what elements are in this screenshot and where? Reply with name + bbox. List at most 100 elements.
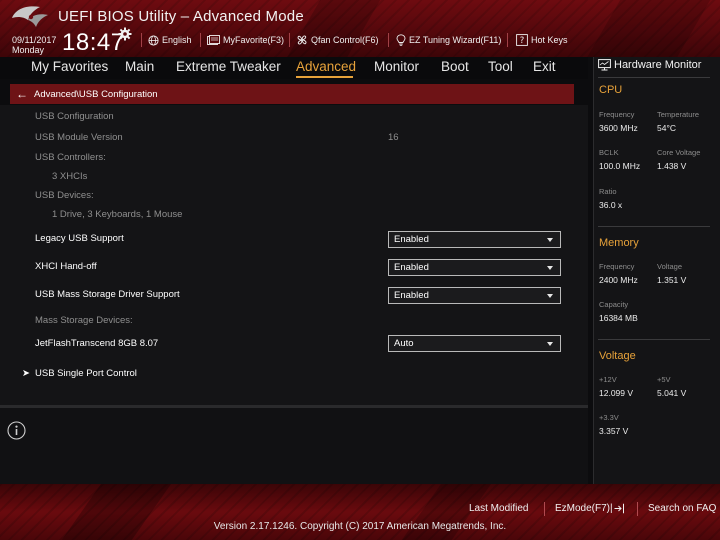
v33-label: +3.3V	[599, 413, 619, 422]
ezmode-button[interactable]: EzMode(F7)|	[555, 503, 625, 514]
cpu-frequency-label: Frequency	[599, 110, 635, 119]
search-on-faq-button[interactable]: Search on FAQ	[648, 503, 716, 514]
chevron-down-icon	[547, 294, 553, 298]
ratio-value: 36.0 x	[599, 200, 623, 210]
legacy-usb-support-label[interactable]: Legacy USB Support	[35, 233, 124, 244]
last-modified-button[interactable]: Last Modified	[469, 503, 528, 514]
memory-voltage-value: 1.351 V	[657, 275, 687, 285]
toolbar-separator	[141, 33, 142, 47]
settings-panel	[0, 105, 588, 405]
day-text: Monday	[12, 45, 45, 55]
hw-divider	[598, 339, 710, 340]
date-display: 09/11/2017 Monday	[12, 35, 56, 55]
usb-module-version-value: 16	[388, 132, 399, 143]
cpu-temperature-value: 54°C	[657, 123, 676, 133]
fan-icon	[297, 35, 307, 45]
hot-keys-button[interactable]: ? Hot Keys	[516, 33, 568, 47]
memory-capacity-value: 16384 MB	[599, 313, 638, 323]
my-favorite-label: MyFavorite(F3)	[223, 35, 285, 45]
usb-mass-storage-driver-label[interactable]: USB Mass Storage Driver Support	[35, 289, 180, 300]
bclk-value: 100.0 MHz	[599, 161, 641, 171]
usb-mass-storage-driver-dropdown[interactable]: Enabled	[388, 287, 561, 304]
footer-separator	[637, 502, 638, 516]
help-panel	[0, 408, 588, 484]
bclk-label: BCLK	[599, 148, 619, 157]
jetflash-device-label[interactable]: JetFlashTranscend 8GB 8.07	[35, 338, 158, 349]
bulb-icon	[396, 34, 406, 46]
usb-devices-label: USB Devices:	[35, 190, 94, 201]
toolbar-separator	[507, 33, 508, 47]
section-usb-configuration: USB Configuration	[35, 111, 114, 122]
usb-single-port-control-link[interactable]: USB Single Port Control	[35, 368, 137, 379]
date-text: 09/11/2017	[12, 35, 57, 45]
menu-tool[interactable]: Tool	[488, 59, 513, 74]
hw-divider	[598, 77, 710, 78]
bios-title: UEFI BIOS Utility – Advanced Mode	[58, 8, 304, 25]
legacy-usb-support-value: Enabled	[394, 234, 429, 245]
hardware-monitor-header: Hardware Monitor	[598, 59, 701, 71]
submenu-arrow-icon: ➤	[22, 368, 30, 379]
memory-voltage-label: Voltage	[657, 262, 683, 271]
toolbar-separator	[388, 33, 389, 47]
svg-text:?: ?	[520, 36, 525, 46]
usb-devices-value: 1 Drive, 3 Keyboards, 1 Mouse	[52, 209, 183, 220]
rog-logo-icon	[12, 6, 48, 27]
clock-settings-gear-icon[interactable]	[118, 27, 132, 41]
chevron-down-icon	[547, 266, 553, 270]
exit-arrow-icon	[614, 503, 624, 514]
copyright-text: Version 2.17.1246. Copyright (C) 2017 Am…	[213, 521, 507, 532]
active-tab-indicator	[296, 76, 353, 78]
ezmode-label: EzMode(F7)|	[555, 503, 613, 514]
v5-value: 5.041 V	[657, 388, 687, 398]
legacy-usb-support-dropdown[interactable]: Enabled	[388, 231, 561, 248]
globe-icon	[148, 34, 159, 46]
favorite-icon	[207, 34, 220, 45]
qfan-control-button[interactable]: Qfan Control(F6)	[296, 33, 379, 47]
ez-tuning-wizard-button[interactable]: EZ Tuning Wizard(F11)	[396, 33, 501, 47]
hw-divider	[598, 226, 710, 227]
menu-extreme-tweaker[interactable]: Extreme Tweaker	[176, 59, 281, 74]
qfan-control-label: Qfan Control(F6)	[311, 35, 379, 45]
memory-frequency-value: 2400 MHz	[599, 275, 638, 285]
core-voltage-label: Core Voltage	[657, 148, 701, 157]
memory-capacity-label: Capacity	[599, 300, 629, 309]
cpu-frequency-value: 3600 MHz	[599, 123, 638, 133]
language-button[interactable]: English	[148, 33, 192, 47]
menu-my-favorites[interactable]: My Favorites	[31, 59, 108, 74]
menu-exit[interactable]: Exit	[533, 59, 556, 74]
v12-label: +12V	[599, 375, 617, 384]
v33-value: 3.357 V	[599, 426, 629, 436]
menu-boot[interactable]: Boot	[441, 59, 469, 74]
menu-monitor[interactable]: Monitor	[374, 59, 419, 74]
xhci-hand-off-value: Enabled	[394, 262, 429, 273]
ez-tuning-wizard-label: EZ Tuning Wizard(F11)	[409, 35, 502, 45]
v12-value: 12.099 V	[599, 388, 634, 398]
cpu-temperature-label: Temperature	[657, 110, 700, 119]
memory-frequency-label: Frequency	[599, 262, 635, 271]
hardware-monitor-title: Hardware Monitor	[614, 59, 702, 71]
my-favorite-button[interactable]: MyFavorite(F3)	[207, 33, 284, 47]
menu-main[interactable]: Main	[125, 59, 154, 74]
usb-module-version-label: USB Module Version	[35, 132, 123, 143]
back-arrow-icon[interactable]: ←	[10, 84, 34, 104]
core-voltage-value: 1.438 V	[657, 161, 687, 171]
memory-section-title: Memory	[599, 237, 639, 249]
mass-storage-devices-label: Mass Storage Devices:	[35, 315, 133, 326]
chevron-down-icon	[547, 342, 553, 346]
hot-keys-label: Hot Keys	[531, 35, 568, 45]
v5-label: +5V	[657, 375, 671, 384]
monitor-icon	[598, 59, 611, 71]
ratio-label: Ratio	[599, 187, 617, 196]
jetflash-device-value: Auto	[394, 338, 414, 349]
chevron-down-icon	[547, 238, 553, 242]
info-icon	[7, 421, 26, 440]
xhci-hand-off-dropdown[interactable]: Enabled	[388, 259, 561, 276]
jetflash-device-dropdown[interactable]: Auto	[388, 335, 561, 352]
toolbar-separator	[200, 33, 201, 47]
xhci-hand-off-label[interactable]: XHCI Hand-off	[35, 261, 97, 272]
breadcrumb: ← Advanced\USB Configuration	[10, 84, 574, 104]
language-label: English	[162, 35, 192, 45]
toolbar-separator	[289, 33, 290, 47]
menu-advanced[interactable]: Advanced	[296, 59, 356, 74]
footer-separator	[544, 502, 545, 516]
